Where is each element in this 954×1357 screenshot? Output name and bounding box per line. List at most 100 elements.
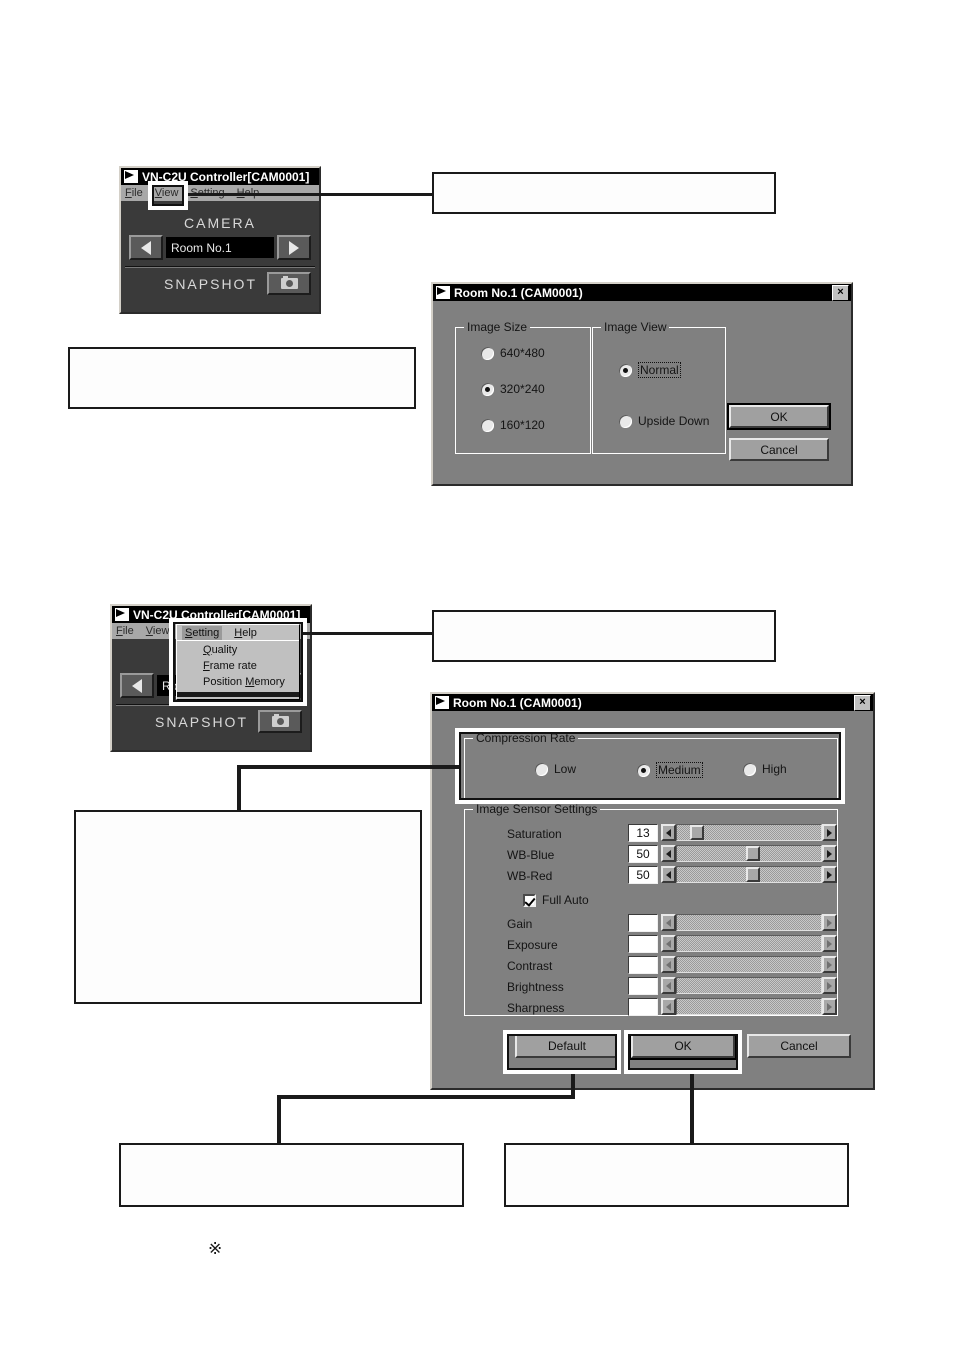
slider-wb-blue[interactable] (661, 845, 837, 862)
menu-help[interactable]: Help (234, 627, 257, 639)
value-brightness (628, 977, 658, 995)
radio-dot (619, 363, 632, 377)
menu-item-position-memory[interactable]: Position Memory (177, 674, 299, 690)
setting-popup-menu[interactable]: Setting Help Quality Frame rate Position… (176, 624, 300, 700)
slider-right-button[interactable] (822, 824, 837, 841)
slider-left-button[interactable] (661, 866, 676, 883)
menu-view[interactable]: View (155, 187, 179, 199)
cancel-button[interactable]: Cancel (747, 1034, 851, 1058)
callout-connector-default-v2 (277, 1095, 281, 1144)
slider-track[interactable] (676, 866, 822, 883)
value-contrast (628, 956, 658, 974)
camera-prev-button[interactable] (120, 673, 154, 698)
slider-thumb[interactable] (746, 867, 761, 882)
slider-left-button (661, 935, 676, 952)
popup-footer (177, 692, 299, 697)
snapshot-row[interactable]: SNAPSHOT (121, 268, 319, 295)
radio-label: Normal (638, 362, 681, 378)
checkbox-full-auto[interactable]: Full Auto (523, 893, 589, 907)
slider-brightness (661, 977, 837, 994)
menu-view[interactable]: View (146, 625, 170, 637)
camera-prev-button[interactable] (129, 235, 163, 260)
slider-wb-red[interactable] (661, 866, 837, 883)
slider-right-button[interactable] (822, 866, 837, 883)
cancel-button[interactable]: Cancel (729, 438, 829, 461)
menu-file[interactable]: File (116, 625, 134, 637)
slider-left-button[interactable] (661, 824, 676, 841)
callout-connector-compression-v (237, 765, 241, 813)
close-icon[interactable]: × (832, 284, 849, 301)
radio-dot (637, 763, 650, 777)
popup-menubar[interactable]: Setting Help (177, 625, 299, 640)
snapshot-button[interactable] (267, 272, 311, 295)
radio-medium[interactable]: Medium (637, 762, 703, 778)
default-button[interactable]: Default (515, 1034, 619, 1058)
slider-track[interactable] (676, 845, 822, 862)
radio-label: Low (554, 762, 577, 776)
callout-connector-default-h (277, 1095, 575, 1099)
slider-saturation[interactable] (661, 824, 837, 841)
dialog-quality-settings[interactable]: Room No.1 (CAM0001) × Compression Rate L… (430, 692, 875, 1090)
label-wb-blue: WB-Blue (507, 848, 555, 862)
radio-dot (743, 762, 756, 776)
slider-right-button (822, 914, 837, 931)
triangle-right-icon (827, 939, 832, 948)
dialog-view-settings[interactable]: Room No.1 (CAM0001) × Image Size 640*480… (431, 282, 853, 486)
app-icon (114, 607, 130, 622)
radio-dot (481, 346, 494, 360)
controller-window-top[interactable]: VN-C2U Controller[CAM0001] File View Set… (119, 166, 321, 314)
snapshot-label: SNAPSHOT (154, 713, 248, 730)
slider-track[interactable] (676, 824, 822, 841)
close-icon[interactable]: × (854, 694, 871, 711)
group-image-size-label: Image Size (464, 320, 531, 334)
triangle-right-icon (289, 240, 299, 255)
app-icon (123, 169, 139, 184)
radio-160x120[interactable]: 160*120 (481, 418, 545, 432)
menu-setting[interactable]: Setting (182, 625, 223, 640)
radio-label: 160*120 (500, 418, 545, 432)
slider-thumb[interactable] (689, 825, 704, 840)
radio-320x240[interactable]: 320*240 (481, 382, 545, 396)
snapshot-label: SNAPSHOT (163, 275, 257, 292)
radio-high[interactable]: High (743, 762, 787, 776)
slider-gain (661, 914, 837, 931)
triangle-left-icon (141, 240, 151, 255)
group-image-view-label: Image View (601, 320, 670, 334)
triangle-left-icon (666, 849, 671, 858)
ok-button[interactable]: OK (729, 405, 829, 428)
snapshot-button[interactable] (258, 710, 302, 733)
camera-selector[interactable]: Room No.1 (121, 235, 319, 260)
radio-upside-down[interactable]: Upside Down (619, 414, 709, 428)
radio-normal[interactable]: Normal (619, 362, 681, 378)
snapshot-row[interactable]: SNAPSHOT (112, 706, 310, 733)
camera-next-button[interactable] (277, 235, 311, 260)
radio-label: 640*480 (500, 346, 545, 360)
ok-button[interactable]: OK (631, 1034, 735, 1058)
callout-connector-ok (690, 1074, 694, 1144)
callout-image-size (68, 347, 416, 409)
radio-low[interactable]: Low (535, 762, 576, 776)
camera-icon (280, 276, 298, 289)
menu-item-frame-rate[interactable]: Frame rate (177, 658, 299, 674)
value-saturation[interactable]: 13 (628, 824, 658, 842)
triangle-right-icon (827, 918, 832, 927)
slider-track (676, 977, 822, 994)
slider-exposure (661, 935, 837, 952)
menu-item-quality[interactable]: Quality (177, 642, 299, 658)
slider-left-button[interactable] (661, 845, 676, 862)
radio-640x480[interactable]: 640*480 (481, 346, 545, 360)
slider-thumb[interactable] (746, 846, 761, 861)
value-gain (628, 914, 658, 932)
group-image-sensor: Image Sensor Settings Saturation 13 WB-B… (464, 802, 838, 1016)
value-wb-red[interactable]: 50 (628, 866, 658, 884)
label-exposure: Exposure (507, 938, 558, 952)
window-title: VN-C2U Controller[CAM0001] (133, 607, 301, 622)
menu-file[interactable]: File (125, 187, 143, 199)
slider-right-button[interactable] (822, 845, 837, 862)
window-title: VN-C2U Controller[CAM0001] (142, 169, 310, 184)
triangle-left-icon (666, 981, 671, 990)
triangle-right-icon (827, 981, 832, 990)
value-wb-blue[interactable]: 50 (628, 845, 658, 863)
radio-dot (481, 418, 494, 432)
titlebar: VN-C2U Controller[CAM0001] (112, 606, 310, 623)
